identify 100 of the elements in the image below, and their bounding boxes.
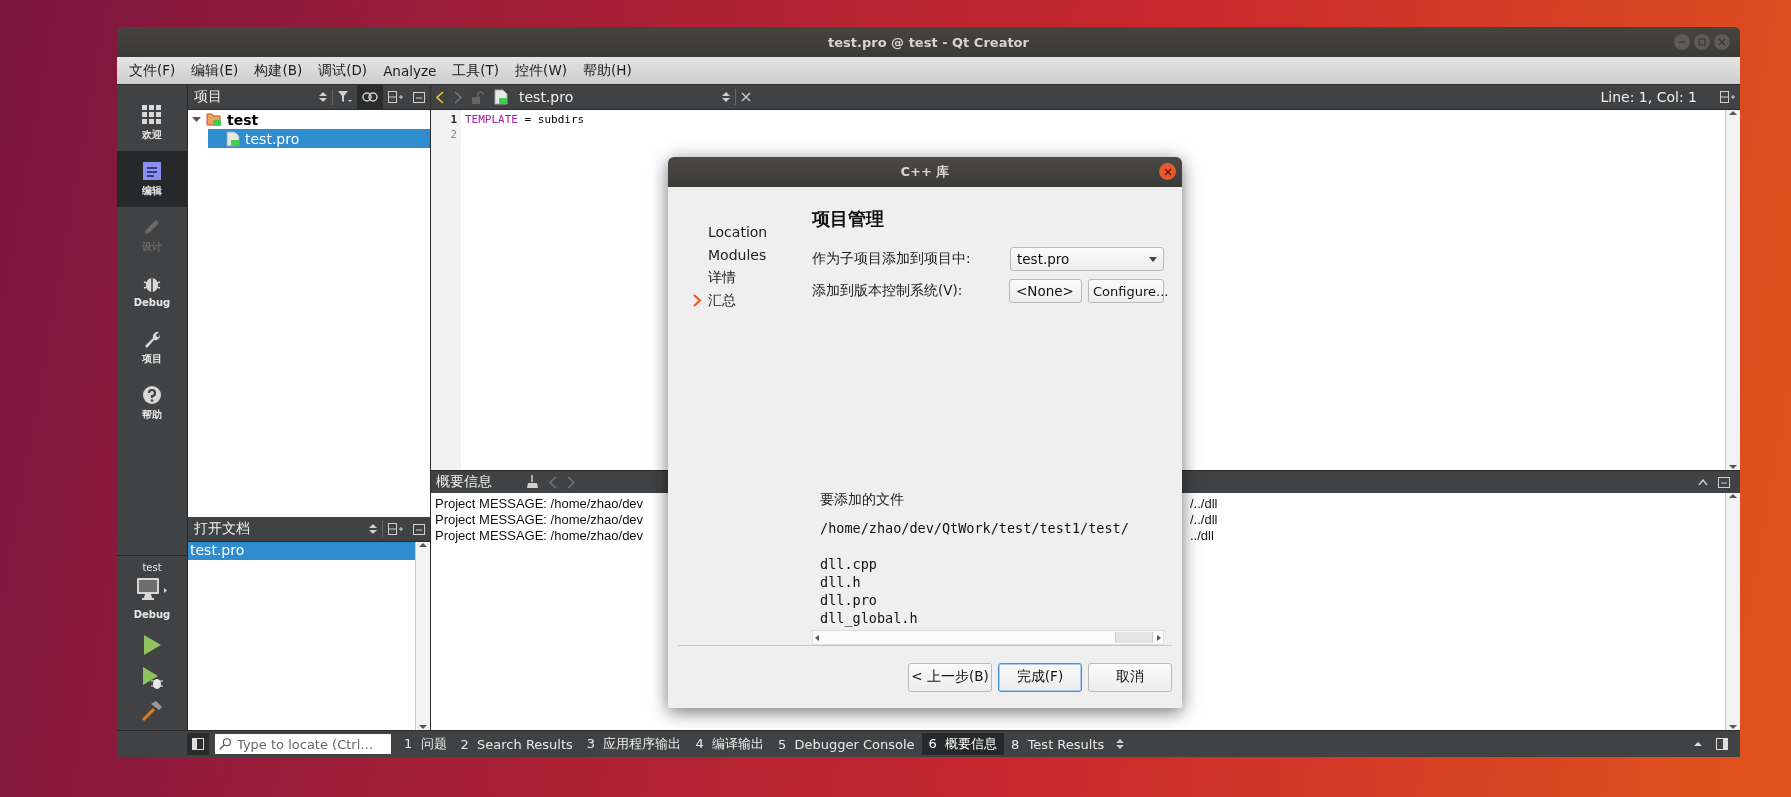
- files-heading: 要添加的文件: [820, 491, 905, 509]
- file-icon: [226, 130, 240, 147]
- output-tab[interactable]: 5 Debugger Console: [770, 734, 922, 754]
- line-number: 1: [449, 113, 458, 128]
- menu-item[interactable]: 控件(W): [507, 61, 575, 80]
- pane-title: 概要信息: [435, 473, 493, 491]
- target-project: test: [142, 562, 162, 573]
- mode-button[interactable]: 欢迎: [117, 95, 187, 151]
- code-line: TEMPLATE = subdirs: [465, 113, 586, 128]
- help-icon: [142, 384, 162, 405]
- file-name: dll.cpp: [820, 555, 878, 573]
- up-down-icon[interactable]: [319, 91, 327, 103]
- close-panel-icon[interactable]: [1718, 476, 1730, 488]
- vcs-dropdown[interactable]: <None>: [1009, 279, 1082, 303]
- up-down-icon[interactable]: [1116, 738, 1125, 750]
- wizard-step: 汇总: [708, 291, 736, 310]
- file-name: test.pro: [518, 89, 575, 105]
- menu-item[interactable]: 工具(T): [444, 61, 508, 80]
- menu-item[interactable]: 帮助(H): [575, 61, 640, 80]
- split-icon[interactable]: [388, 523, 403, 535]
- tree-item[interactable]: test.pro: [208, 129, 430, 148]
- close-icon: [1163, 167, 1172, 176]
- file-name: dll.h: [820, 573, 862, 591]
- pane-title: 项目: [193, 88, 223, 106]
- dialog-title: C++ 库: [900, 163, 950, 181]
- filter-icon[interactable]: [338, 91, 352, 103]
- maximize-icon: [1698, 38, 1706, 46]
- page-heading: 项目管理: [812, 207, 885, 231]
- maximize-panel-icon[interactable]: [1694, 741, 1702, 747]
- lock-icon: [472, 90, 484, 104]
- window-title: test.pro @ test - Qt Creator: [828, 34, 1029, 50]
- file-name: dll_global.h: [820, 609, 919, 627]
- scrollbar[interactable]: [1725, 493, 1740, 730]
- pane-title: 打开文档: [193, 520, 251, 538]
- menu-item[interactable]: 构建(B): [246, 61, 311, 80]
- mode-button[interactable]: 帮助: [117, 375, 187, 431]
- debug-run-icon[interactable]: [141, 666, 163, 690]
- up-down-icon[interactable]: [722, 91, 730, 103]
- field-label: 作为子项目添加到项目中:: [812, 250, 972, 268]
- menu-item[interactable]: 文件(F): [121, 61, 184, 80]
- minimize-icon: [1678, 38, 1686, 46]
- dialog-button[interactable]: < 上一步(B): [908, 662, 992, 692]
- output-text: /../dll: [1190, 496, 1218, 511]
- broom-icon[interactable]: [527, 475, 539, 489]
- split-icon[interactable]: [1720, 91, 1735, 103]
- document-icon: [142, 160, 162, 181]
- output-text: Project MESSAGE: /home/zhao/dev: [435, 496, 645, 512]
- caret-icon: [1149, 256, 1157, 262]
- close-icon[interactable]: [741, 92, 751, 102]
- output-tab[interactable]: 6 概要信息: [921, 733, 1005, 755]
- mode-button[interactable]: Debug: [117, 263, 187, 319]
- output-text: Project MESSAGE: /home/zhao/dev: [435, 512, 645, 528]
- menu-item[interactable]: Analyze: [375, 62, 445, 79]
- close-button[interactable]: [1159, 163, 1176, 180]
- output-tab[interactable]: 2 Search Results: [453, 734, 580, 754]
- scrollbar[interactable]: [415, 542, 430, 730]
- scrollbar[interactable]: [1725, 110, 1740, 470]
- output-tab[interactable]: 1 问题: [397, 733, 454, 755]
- up-down-icon[interactable]: [369, 523, 377, 535]
- wizard-step: Modules: [708, 246, 767, 263]
- dialog-button[interactable]: 取消: [1088, 662, 1172, 692]
- document-item[interactable]: test.pro: [188, 542, 415, 560]
- folder-icon: [206, 112, 222, 127]
- link-icon[interactable]: [362, 92, 378, 102]
- output-tab[interactable]: 4 编译输出: [688, 733, 771, 755]
- mode-button[interactable]: 项目: [117, 319, 187, 375]
- wizard-step: Location: [708, 223, 768, 240]
- sidebar-toggle-icon[interactable]: [1716, 738, 1728, 750]
- locate-field[interactable]: Type to locate (Ctrl…: [215, 734, 391, 754]
- tree-item[interactable]: test: [188, 110, 430, 129]
- expand-arrow-icon[interactable]: [192, 115, 201, 124]
- output-tab[interactable]: 8 Test Results: [1004, 734, 1112, 754]
- file-path: /home/zhao/dev/QtWork/test/test1/test/: [820, 519, 1130, 537]
- dialog-button[interactable]: 完成(F): [998, 662, 1082, 692]
- horizontal-scrollbar[interactable]: [812, 630, 1164, 645]
- output-text: ../dll: [1190, 528, 1214, 543]
- sidebar-toggle-icon[interactable]: [187, 733, 209, 755]
- scrollbar-thumb[interactable]: [1115, 632, 1153, 643]
- line-number: 2: [449, 128, 458, 143]
- file-name: dll.pro: [820, 591, 878, 609]
- output-tab[interactable]: 3 应用程序输出: [579, 733, 689, 755]
- project-dropdown[interactable]: test.pro: [1010, 247, 1164, 271]
- field-label: 添加到版本控制系统(V):: [812, 282, 964, 300]
- file-icon: [494, 89, 508, 105]
- output-text: Project MESSAGE: /home/zhao/dev: [435, 528, 645, 544]
- maximize-panel-icon[interactable]: [1698, 478, 1708, 486]
- hammer-icon[interactable]: [141, 700, 163, 722]
- back-icon[interactable]: [436, 90, 444, 104]
- run-icon[interactable]: [142, 634, 162, 656]
- mode-button[interactable]: 编辑: [117, 151, 187, 207]
- cursor-position: Line: 1, Col: 1: [1600, 89, 1698, 105]
- close-panel-icon[interactable]: [413, 91, 425, 103]
- menu-item[interactable]: 编辑(E): [183, 61, 247, 80]
- wizard-step: 详情: [708, 268, 736, 287]
- close-panel-icon[interactable]: [413, 523, 425, 535]
- menu-item[interactable]: 调试(D): [310, 61, 376, 80]
- grid-icon: [142, 104, 162, 125]
- search-icon: [219, 737, 233, 751]
- build-config: Debug: [133, 609, 171, 620]
- split-icon[interactable]: [388, 91, 403, 103]
